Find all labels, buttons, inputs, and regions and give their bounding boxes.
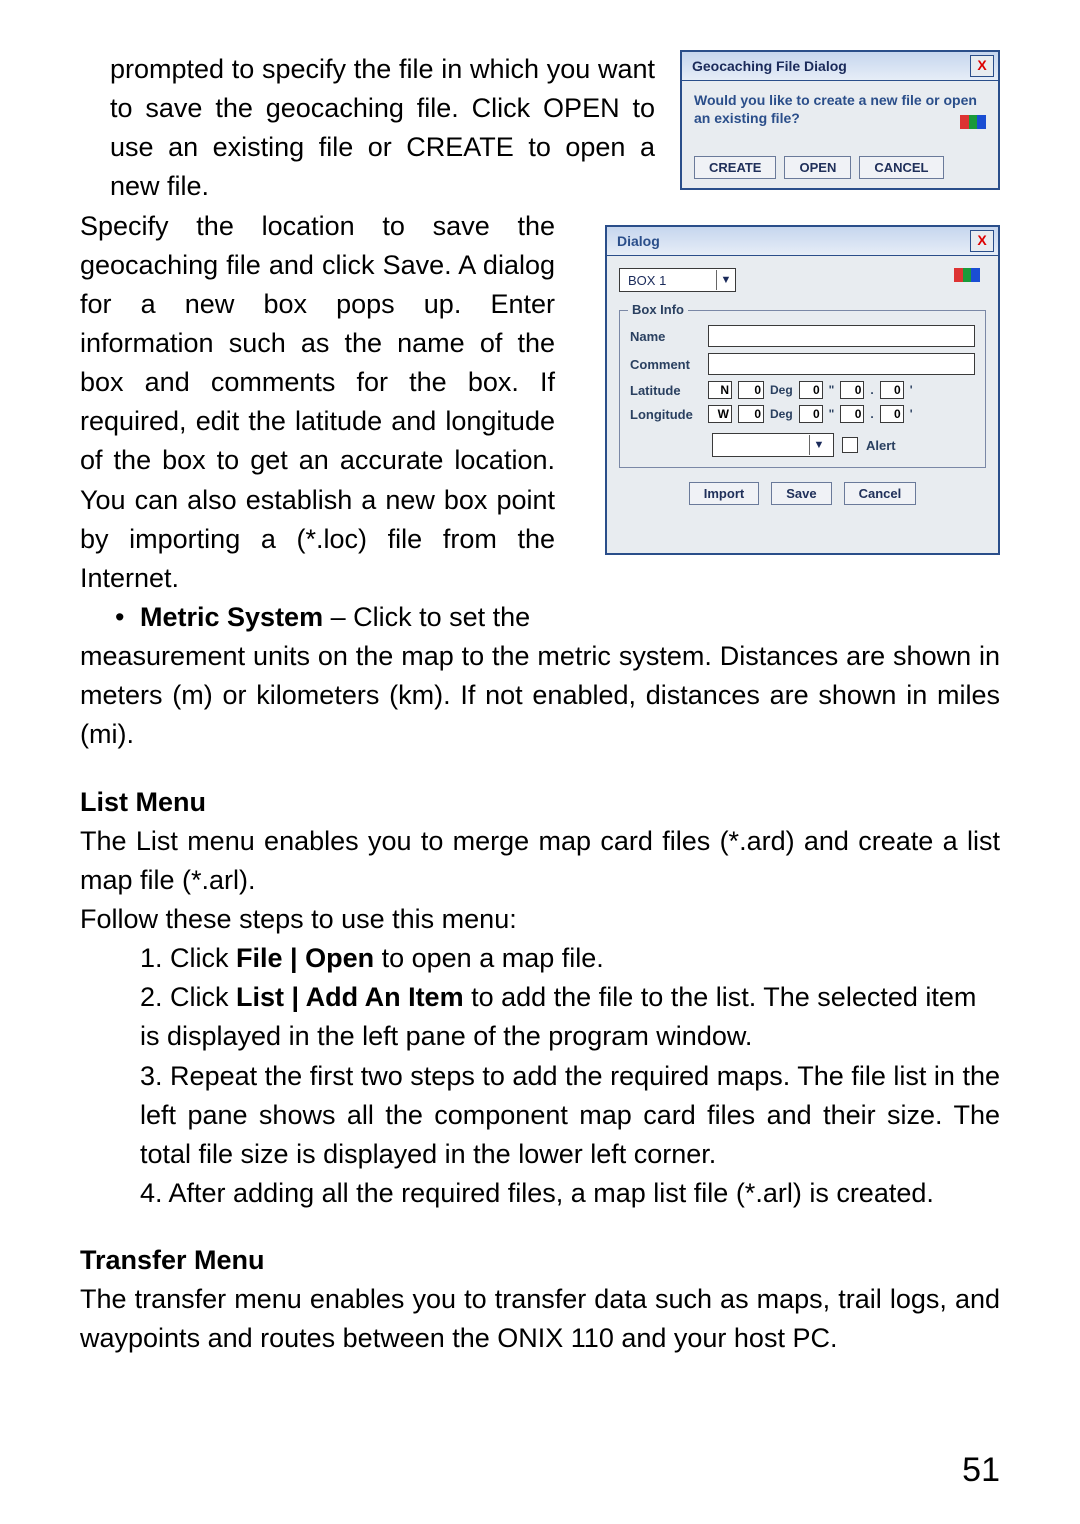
page: Geocaching File Dialog X Would you like …	[0, 0, 1080, 1524]
open-button[interactable]: OPEN	[784, 156, 851, 179]
latitude-deg-input[interactable]	[738, 381, 764, 399]
dialog-body: Would you like to create a new file or o…	[682, 81, 998, 189]
chevron-down-icon: ▼	[809, 435, 828, 455]
latitude-dir-input[interactable]	[708, 381, 732, 399]
dialog-titlebar: Dialog X	[607, 227, 998, 256]
step-text: 2. Click	[140, 982, 236, 1012]
paragraph: The List menu enables you to merge map c…	[80, 822, 1000, 900]
latitude-min-input[interactable]	[799, 381, 823, 399]
flag-icon	[954, 268, 980, 282]
deg-unit: Deg	[770, 383, 793, 397]
alert-label: Alert	[866, 438, 896, 453]
dialog-title: Dialog	[617, 233, 660, 249]
deg-unit: Deg	[770, 407, 793, 421]
box-select-value: BOX 1	[620, 273, 716, 288]
import-button[interactable]: Import	[689, 482, 759, 505]
minute-symbol: "	[829, 407, 835, 421]
box-select[interactable]: BOX 1 ▼	[619, 268, 736, 292]
dot: .	[870, 407, 873, 421]
longitude-whole-input[interactable]	[840, 405, 864, 423]
page-number: 51	[962, 1451, 1000, 1490]
longitude-deg-input[interactable]	[738, 405, 764, 423]
step-text: 1. Click	[140, 943, 236, 973]
dialog-title: Geocaching File Dialog	[692, 58, 847, 74]
bullet-rest-line: – Click to set the	[323, 602, 530, 632]
flag-icon	[960, 115, 986, 129]
latitude-whole-input[interactable]	[840, 381, 864, 399]
dialog-prompt: Would you like to create a new file or o…	[694, 91, 986, 127]
close-icon[interactable]: X	[970, 55, 994, 77]
name-label: Name	[630, 329, 702, 344]
bullet-bold: Metric System	[140, 602, 323, 632]
step-text: to open a map file.	[374, 943, 604, 973]
alert-checkbox[interactable]	[842, 437, 858, 453]
dialog-body: BOX 1 ▼ Box Info Name Comment Latitude	[607, 256, 998, 554]
comment-label: Comment	[630, 357, 702, 372]
box-info-dialog: Dialog X BOX 1 ▼ Box Info Name Comment	[605, 225, 1000, 555]
list-menu-heading: List Menu	[80, 783, 1000, 822]
step-command: File | Open	[236, 943, 374, 973]
close-icon[interactable]: X	[970, 230, 994, 252]
dot: .	[870, 383, 873, 397]
minute-symbol: "	[829, 383, 835, 397]
paragraph: Specify the location to save the geocach…	[80, 207, 555, 598]
bullet-item: Metric System – Click to set the	[80, 598, 1000, 637]
step-1: 1. Click File | Open to open a map file.	[80, 939, 1000, 978]
alert-type-select[interactable]: ▼	[712, 433, 834, 457]
comment-input[interactable]	[708, 353, 975, 375]
transfer-menu-heading: Transfer Menu	[80, 1241, 1000, 1280]
step-2: 2. Click List | Add An Item to add the f…	[80, 978, 1000, 1056]
dialog-titlebar: Geocaching File Dialog X	[682, 52, 998, 81]
longitude-frac-input[interactable]	[880, 405, 904, 423]
chevron-down-icon: ▼	[716, 270, 735, 290]
paragraph: prompted to specify the file in which yo…	[80, 50, 655, 207]
cancel-button[interactable]: Cancel	[844, 482, 917, 505]
box-info-fieldset: Box Info Name Comment Latitude Deg "	[619, 310, 986, 468]
paragraph: The transfer menu enables you to transfe…	[80, 1280, 1000, 1358]
paragraph: Follow these steps to use this menu:	[80, 900, 1000, 939]
longitude-dir-input[interactable]	[708, 405, 732, 423]
cancel-button[interactable]: CANCEL	[859, 156, 943, 179]
second-symbol: '	[910, 407, 913, 421]
longitude-min-input[interactable]	[799, 405, 823, 423]
create-button[interactable]: CREATE	[694, 156, 776, 179]
name-input[interactable]	[708, 325, 975, 347]
step-3: 3. Repeat the first two steps to add the…	[80, 1057, 1000, 1174]
step-command: List | Add An Item	[236, 982, 464, 1012]
geocaching-file-dialog: Geocaching File Dialog X Would you like …	[680, 50, 1000, 190]
second-symbol: '	[910, 383, 913, 397]
fieldset-legend: Box Info	[628, 302, 688, 317]
save-button[interactable]: Save	[771, 482, 831, 505]
step-4: 4. After adding all the required files, …	[80, 1174, 1000, 1213]
dialog-button-row: Import Save Cancel	[619, 482, 986, 505]
longitude-label: Longitude	[630, 407, 702, 422]
latitude-label: Latitude	[630, 383, 702, 398]
paragraph: measurement units on the map to the metr…	[80, 637, 1000, 754]
dialog-button-row: CREATE OPEN CANCEL	[694, 156, 944, 179]
latitude-frac-input[interactable]	[880, 381, 904, 399]
